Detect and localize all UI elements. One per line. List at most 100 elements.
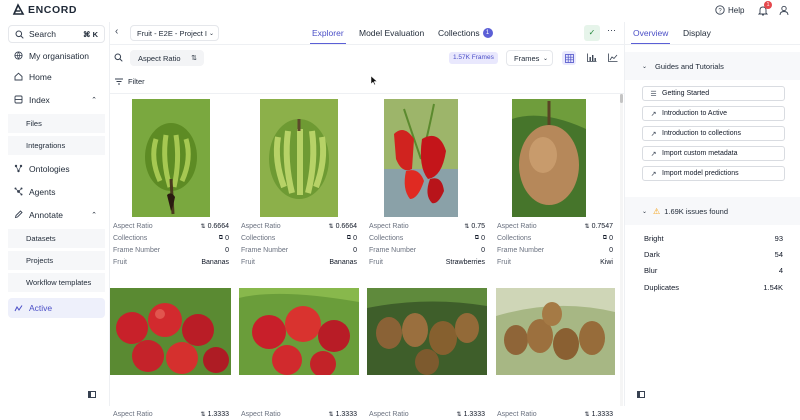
banana-image[interactable] [132, 99, 210, 217]
filter-icon [115, 78, 123, 85]
sort-icon: ⇅ [456, 411, 462, 418]
kiwi-image[interactable] [367, 288, 487, 375]
meta-label: Fruit [369, 258, 383, 266]
encord-logo[interactable]: ENCORD [12, 3, 77, 16]
meta-label: Frame Number [113, 246, 161, 254]
card-meta-aspect-ratio: Aspect Ratio ⇅ 1.3333 [113, 408, 229, 420]
kiwi-image[interactable] [512, 99, 586, 217]
card-meta-frame-number: Frame Number 0 [241, 244, 357, 256]
collection-icon: ⧉ [346, 234, 352, 241]
meta-label: Aspect Ratio [369, 222, 409, 230]
confirm-button[interactable]: ✓ [584, 25, 600, 41]
back-chevron-icon[interactable]: ‹ [115, 26, 118, 37]
guide-getting-started[interactable]: ☰ Getting Started [642, 86, 785, 101]
issue-label: Dark [644, 250, 660, 259]
sidebar-item-ontologies[interactable]: Ontologies [8, 159, 105, 178]
annotate-icon [13, 210, 23, 220]
frames-select[interactable]: Frames ⌄ [506, 50, 553, 66]
sidebar-item-agents[interactable]: Agents [8, 182, 105, 201]
kiwi-image[interactable] [496, 288, 615, 375]
issue-row-duplicates[interactable]: Duplicates 1.54K [644, 283, 783, 292]
guide-introduction-to-active[interactable]: ↗ Introduction to Active [642, 106, 785, 121]
sidebar-item-index[interactable]: Index ⌃ [8, 90, 105, 109]
sidebar-item-annotate[interactable]: Annotate ⌃ [8, 205, 105, 224]
tab-explorer[interactable]: Explorer [312, 28, 344, 38]
scrollbar-thumb[interactable] [620, 94, 623, 103]
tab-display[interactable]: Display [683, 28, 711, 38]
chevron-up-icon[interactable]: ⌃ [91, 211, 97, 219]
meta-label: Frame Number [369, 246, 417, 254]
meta-value: Bananas [329, 259, 357, 266]
strawberry-image[interactable] [384, 99, 458, 217]
collapse-panel-icon[interactable] [637, 391, 645, 398]
external-link-icon: ↗ [650, 170, 657, 178]
card-meta-aspect-ratio: Aspect Ratio ⇅ 1.3333 [497, 408, 613, 420]
meta-label: Aspect Ratio [497, 222, 537, 230]
collection-icon: ⧉ [218, 234, 224, 241]
sidebar-item-active[interactable]: Active [8, 298, 105, 318]
guide-introduction-to-collections[interactable]: ↗ Introduction to collections [642, 126, 785, 141]
grid-view-icon[interactable] [562, 51, 576, 65]
sort-selector[interactable]: Aspect Ratio ⇅ [130, 50, 204, 66]
meta-value-text: 1.3333 [463, 410, 485, 418]
sidebar-item-label: Active [29, 303, 53, 313]
sidebar-item-projects[interactable]: Projects [8, 251, 105, 270]
tab-collections[interactable]: Collections 1 [438, 28, 493, 38]
card-meta-aspect-ratio: Aspect Ratio ⇅ 1.3333 [369, 408, 485, 420]
more-options-icon[interactable]: ⋯ [607, 25, 616, 36]
meta-label: Fruit [113, 258, 127, 266]
guide-import-model-predictions[interactable]: ↗ Import model predictions [642, 166, 785, 181]
chevron-down-icon: ⌄ [542, 55, 548, 62]
card-meta-collections: Collections ⧉ 0 [369, 232, 485, 244]
user-button[interactable] [779, 5, 789, 18]
issue-row-bright[interactable]: Bright 93 [644, 234, 783, 243]
chevron-down-icon: ⌄ [209, 30, 215, 37]
warning-icon: ⚠ [653, 206, 661, 216]
meta-label: Collections [369, 234, 404, 242]
meta-label: Frame Number [241, 246, 289, 254]
sidebar-item-home[interactable]: Home [8, 67, 105, 86]
issue-row-blur[interactable]: Blur 4 [644, 266, 783, 275]
sidebar-item-organisation[interactable]: My organisation [8, 46, 105, 65]
meta-value-text: Bananas [201, 258, 229, 266]
banana-image[interactable] [260, 99, 338, 217]
chart-view-icon[interactable] [587, 53, 597, 64]
search-button[interactable]: Search ⌘ K [8, 25, 105, 43]
meta-label: Frame Number [497, 246, 545, 254]
sort-direction-icon[interactable]: ⇅ [191, 54, 197, 62]
sidebar-item-files[interactable]: Files [8, 114, 105, 133]
guides-section-header[interactable]: ⌄ Guides and Tutorials [625, 52, 800, 80]
chevron-up-icon[interactable]: ⌃ [91, 96, 97, 104]
notifications-button[interactable]: 1 [757, 1, 772, 17]
search-icon [15, 30, 24, 39]
logo-text: ENCORD [28, 3, 78, 16]
ontology-icon [13, 164, 23, 174]
apple-image[interactable] [110, 288, 231, 375]
sidebar-item-datasets[interactable]: Datasets [8, 229, 105, 248]
issue-row-dark[interactable]: Dark 54 [644, 250, 783, 259]
meta-value: Strawberries [446, 259, 485, 266]
tab-model-evaluation[interactable]: Model Evaluation [359, 28, 424, 38]
scatter-view-icon[interactable] [608, 53, 618, 64]
sidebar-item-workflow-templates[interactable]: Workflow templates [8, 273, 105, 292]
sidebar-item-label: Annotate [29, 209, 64, 220]
meta-label: Fruit [497, 258, 511, 266]
apple-image[interactable] [239, 288, 359, 375]
top-bar: ENCORD ? Help 1 [0, 0, 800, 22]
project-selector[interactable]: Fruit - E2E - Project I ⌄ [130, 25, 219, 41]
search-icon[interactable] [114, 53, 123, 64]
guide-import-custom-metadata[interactable]: ↗ Import custom metadata [642, 146, 785, 161]
sidebar-item-label: Files [26, 119, 42, 128]
meta-value: 0 [609, 247, 613, 254]
card-meta-collections: Collections ⧉ 0 [241, 232, 357, 244]
sidebar-item-integrations[interactable]: Integrations [8, 136, 105, 155]
collapse-sidebar-icon[interactable] [88, 391, 96, 398]
sort-label: Aspect Ratio [138, 53, 181, 63]
card-meta-aspect-ratio: Aspect Ratio ⇅ 1.3333 [241, 408, 357, 420]
scrollbar[interactable] [620, 94, 623, 406]
meta-value-text: 0.75 [471, 222, 485, 230]
tab-overview[interactable]: Overview [633, 28, 668, 38]
issues-section-header[interactable]: ⌄ ⚠ 1.69K issues found [625, 197, 800, 225]
help-button[interactable]: ? Help [715, 5, 744, 15]
filter-button[interactable]: Filter [115, 77, 145, 86]
